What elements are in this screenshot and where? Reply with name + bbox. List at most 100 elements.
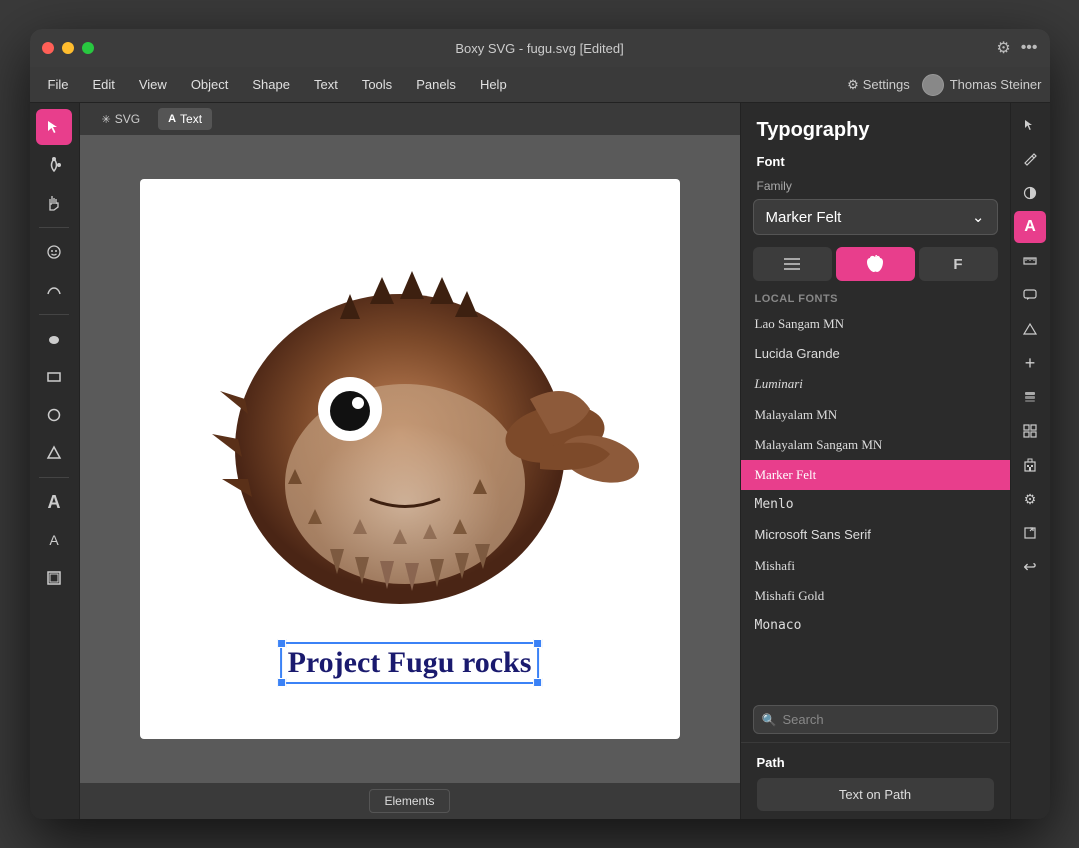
font-family-dropdown[interactable]: Marker Felt ⌄ (753, 199, 998, 235)
selected-font-name: Marker Felt (766, 209, 842, 226)
menu-tools[interactable]: Tools (352, 73, 402, 96)
font-item-monaco[interactable]: Monaco (741, 611, 1010, 641)
drawing-canvas: Project Fugu rocks (140, 179, 680, 739)
font-item-lao-sangam[interactable]: Lao Sangam MN (741, 309, 1010, 339)
filter-tab-list[interactable] (753, 247, 832, 281)
font-item-microsoft-sans-serif[interactable]: Microsoft Sans Serif (741, 520, 1010, 550)
rt-gear-btn[interactable]: ⚙ (1014, 483, 1046, 515)
rt-comment-btn[interactable] (1014, 279, 1046, 311)
font-item-mishafi[interactable]: Mishafi (741, 551, 1010, 581)
svg-tab-icon: ✳ (102, 113, 111, 126)
settings-icon: ⚙ (847, 77, 859, 93)
plugin-icon[interactable]: ⚙ (996, 38, 1010, 58)
tab-text[interactable]: A Text (158, 108, 212, 130)
pufferfish-svg (140, 179, 680, 669)
canvas-area: ✳ SVG A Text (80, 103, 740, 819)
text-small-tool[interactable]: A (36, 522, 72, 558)
close-button[interactable] (42, 42, 54, 54)
rt-export-btn[interactable] (1014, 517, 1046, 549)
frame-tool[interactable] (36, 560, 72, 596)
menu-help[interactable]: Help (470, 73, 517, 96)
dropdown-chevron: ⌄ (972, 208, 985, 226)
menubar: File Edit View Object Shape Text Tools P… (30, 67, 1050, 103)
left-toolbar: A A (30, 103, 80, 819)
font-item-mishafi-gold[interactable]: Mishafi Gold (741, 581, 1010, 611)
rt-pointer-btn[interactable] (1014, 109, 1046, 141)
selection-handle-bl[interactable] (277, 678, 286, 687)
rt-building-btn[interactable] (1014, 449, 1046, 481)
user-button[interactable]: Thomas Steiner (922, 74, 1042, 96)
selection-handle-br[interactable] (533, 678, 542, 687)
font-section-title: Font (741, 150, 1010, 177)
canvas-viewport[interactable]: Project Fugu rocks (80, 135, 740, 783)
rt-ruler-btn[interactable] (1014, 245, 1046, 277)
minimize-button[interactable] (62, 42, 74, 54)
font-item-malayalam-mn[interactable]: Malayalam MN (741, 400, 1010, 430)
node-tool[interactable] (36, 147, 72, 183)
apple-icon (867, 255, 883, 273)
typography-title: Typography (741, 103, 1010, 150)
font-item-marker-felt[interactable]: Marker Felt (741, 460, 1010, 490)
canvas-text-container[interactable]: Project Fugu rocks (280, 642, 540, 684)
canvas-tabs: ✳ SVG A Text (80, 103, 740, 135)
canvas-bottom: Elements (80, 783, 740, 819)
triangle-tool[interactable] (36, 435, 72, 471)
traffic-lights (42, 42, 94, 54)
toolbar-divider-1 (39, 227, 69, 228)
family-label: Family (741, 177, 1010, 199)
right-icon-toolbar: A + ⚙ ↩ (1010, 103, 1050, 819)
rt-pen-btn[interactable] (1014, 143, 1046, 175)
font-search-container: 🔍 (753, 705, 998, 734)
text-tool[interactable]: A (36, 484, 72, 520)
rt-triangle-btn[interactable] (1014, 313, 1046, 345)
font-item-malayalam-sangam[interactable]: Malayalam Sangam MN (741, 430, 1010, 460)
tab-svg[interactable]: ✳ SVG (92, 108, 151, 130)
rt-grid-btn[interactable] (1014, 415, 1046, 447)
titlebar-right: ⚙ ••• (996, 38, 1037, 58)
font-search-input[interactable] (782, 706, 988, 733)
google-font-icon: F (953, 256, 962, 273)
font-item-menlo[interactable]: Menlo (741, 490, 1010, 520)
toolbar-divider-3 (39, 477, 69, 478)
hand-tool[interactable] (36, 185, 72, 221)
circle-tool[interactable] (36, 397, 72, 433)
font-list[interactable]: Lao Sangam MN Lucida Grande Luminari Mal… (741, 309, 1010, 701)
face-tool[interactable] (36, 234, 72, 270)
menu-panels[interactable]: Panels (406, 73, 466, 96)
canvas-text: Project Fugu rocks (288, 646, 532, 679)
right-panel: Typography Font Family Marker Felt ⌄ F L… (740, 103, 1010, 819)
app-window: Boxy SVG - fugu.svg [Edited] ⚙ ••• File … (30, 29, 1050, 819)
rt-undo-btn[interactable]: ↩ (1014, 551, 1046, 583)
elements-badge[interactable]: Elements (369, 789, 449, 813)
selection-handle-tl[interactable] (277, 639, 286, 648)
main-content: A A ✳ SVG A Text (30, 103, 1050, 819)
rt-layers-btn[interactable] (1014, 381, 1046, 413)
menu-text[interactable]: Text (304, 73, 348, 96)
filter-tab-apple[interactable] (836, 247, 915, 281)
text-on-path-button[interactable]: Text on Path (757, 778, 994, 811)
select-tool[interactable] (36, 109, 72, 145)
menu-object[interactable]: Object (181, 73, 239, 96)
menu-file[interactable]: File (38, 73, 79, 96)
more-icon[interactable]: ••• (1021, 39, 1038, 57)
font-item-lucida-grande[interactable]: Lucida Grande (741, 339, 1010, 369)
local-fonts-label: LOCAL FONTS (741, 289, 1010, 309)
font-item-luminari[interactable]: Luminari (741, 369, 1010, 399)
rect-tool[interactable] (36, 359, 72, 395)
ellipse-tool[interactable] (36, 321, 72, 357)
menu-shape[interactable]: Shape (242, 73, 300, 96)
titlebar: Boxy SVG - fugu.svg [Edited] ⚙ ••• (30, 29, 1050, 67)
filter-tab-google[interactable]: F (919, 247, 998, 281)
settings-button[interactable]: ⚙ Settings (847, 77, 910, 93)
maximize-button[interactable] (82, 42, 94, 54)
menu-edit[interactable]: Edit (82, 73, 124, 96)
path-tool[interactable] (36, 272, 72, 308)
rt-plus-btn[interactable]: + (1014, 347, 1046, 379)
menu-view[interactable]: View (129, 73, 177, 96)
text-tab-icon: A (168, 113, 176, 125)
rt-contrast-btn[interactable] (1014, 177, 1046, 209)
menubar-right: ⚙ Settings Thomas Steiner (847, 74, 1041, 96)
toolbar-divider-2 (39, 314, 69, 315)
rt-typography-btn[interactable]: A (1014, 211, 1046, 243)
selection-handle-tr[interactable] (533, 639, 542, 648)
